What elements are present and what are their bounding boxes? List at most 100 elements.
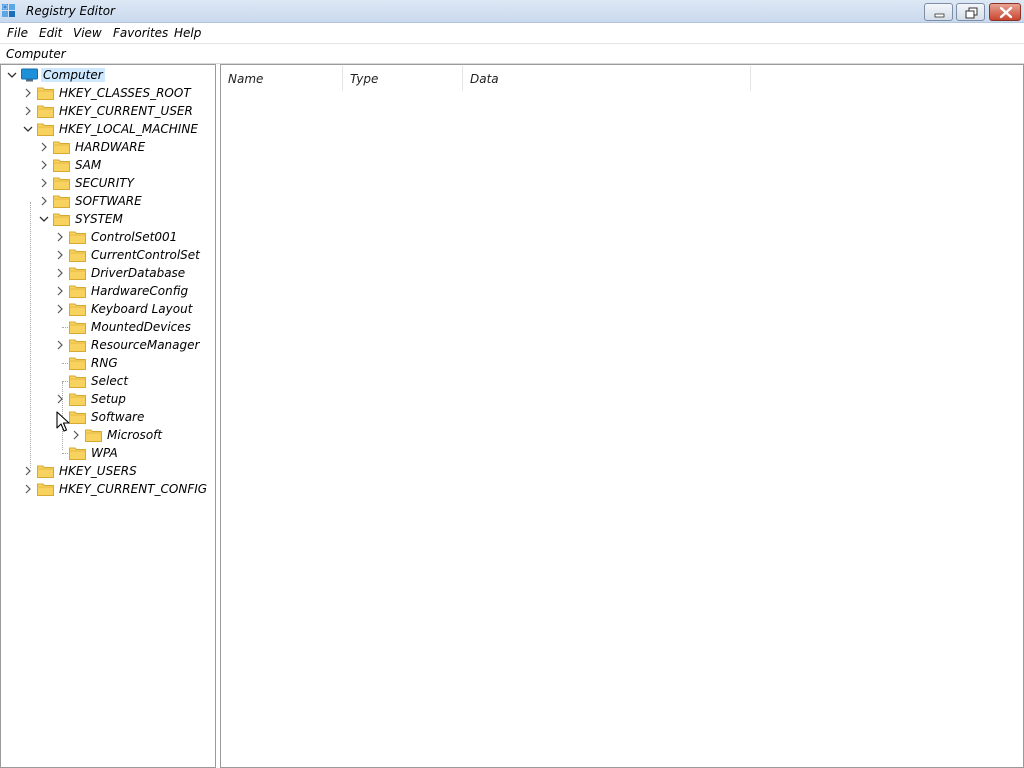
chevron-right-icon[interactable] — [22, 465, 34, 477]
folder-icon — [53, 159, 70, 172]
folder-icon — [53, 177, 70, 190]
title-bar: Registry Editor — [0, 0, 1024, 23]
chevron-right-icon[interactable] — [54, 249, 66, 261]
tree-node-hkey-local-machine[interactable]: HKEY_LOCAL_MACHINE — [1, 120, 215, 138]
mouse-cursor-icon — [56, 411, 70, 432]
tree-node-setup[interactable]: Setup — [1, 390, 215, 408]
folder-icon — [37, 105, 54, 118]
tree-label: WPA — [91, 446, 118, 460]
registry-editor-icon — [2, 4, 15, 17]
menu-view[interactable]: View — [73, 26, 102, 40]
folder-icon — [69, 375, 86, 388]
folder-icon — [85, 429, 102, 442]
menu-bar: File Edit View Favorites Help — [0, 23, 1024, 43]
tree-node-hkey-classes-root[interactable]: HKEY_CLASSES_ROOT — [1, 84, 215, 102]
tree-node-select[interactable]: Select — [1, 372, 215, 390]
chevron-right-icon[interactable] — [38, 177, 50, 189]
chevron-down-icon[interactable] — [38, 213, 50, 225]
tree-node-hkey-current-user[interactable]: HKEY_CURRENT_USER — [1, 102, 215, 120]
chevron-down-icon[interactable] — [22, 123, 34, 135]
tree-node-microsoft[interactable]: Microsoft — [1, 426, 215, 444]
chevron-right-icon[interactable] — [22, 87, 34, 99]
tree-label: DriverDatabase — [91, 266, 186, 280]
tree-node-hardware[interactable]: HARDWARE — [1, 138, 215, 156]
folder-icon — [53, 141, 70, 154]
tree-label: Keyboard Layout — [91, 302, 193, 316]
folder-icon — [69, 357, 86, 370]
minimize-button[interactable] — [924, 3, 953, 21]
tree-label: Microsoft — [107, 428, 163, 442]
tree-node-rng[interactable]: RNG — [1, 354, 215, 372]
folder-icon — [69, 339, 86, 352]
chevron-down-icon[interactable] — [6, 69, 18, 81]
tree-node-controlset001[interactable]: ControlSet001 — [1, 228, 215, 246]
folder-icon — [37, 483, 54, 496]
tree-node-wpa[interactable]: WPA — [1, 444, 215, 462]
menu-help[interactable]: Help — [174, 26, 201, 40]
tree-label: ControlSet001 — [91, 230, 178, 244]
tree-label: SECURITY — [75, 176, 134, 190]
folder-open-icon — [53, 213, 70, 226]
chevron-right-icon[interactable] — [38, 159, 50, 171]
menu-file[interactable]: File — [7, 26, 28, 40]
tree-node-software[interactable]: SOFTWARE — [1, 192, 215, 210]
tree-node-driverdatabase[interactable]: DriverDatabase — [1, 264, 215, 282]
tree-node-system[interactable]: SYSTEM — [1, 210, 215, 228]
chevron-right-icon[interactable] — [54, 285, 66, 297]
computer-icon — [21, 68, 38, 82]
chevron-right-icon[interactable] — [22, 483, 34, 495]
restore-button[interactable] — [956, 3, 985, 21]
key-tree[interactable]: Computer HKEY_CLASSES_ROOT HKEY_CURRENT_… — [0, 64, 216, 768]
tree-node-resourcemanager[interactable]: ResourceManager — [1, 336, 215, 354]
folder-icon — [69, 321, 86, 334]
tree-node-computer[interactable]: Computer — [1, 66, 215, 84]
chevron-right-icon[interactable] — [54, 267, 66, 279]
tree-node-mounteddevices[interactable]: MountedDevices — [1, 318, 215, 336]
tree-label: Select — [91, 374, 129, 388]
menu-favorites[interactable]: Favorites — [113, 26, 168, 40]
tree-label-computer: Computer — [41, 68, 105, 82]
tree-label: HKEY_CLASSES_ROOT — [59, 86, 191, 100]
address-path[interactable]: Computer — [6, 47, 66, 61]
chevron-right-icon[interactable] — [22, 105, 34, 117]
folder-icon — [69, 249, 86, 262]
chevron-right-icon[interactable] — [38, 141, 50, 153]
column-header-name[interactable]: Name — [221, 66, 343, 91]
chevron-right-icon[interactable] — [54, 303, 66, 315]
tree-node-keyboard-layout[interactable]: Keyboard Layout — [1, 300, 215, 318]
tree-label: ResourceManager — [91, 338, 200, 352]
tree-label: RNG — [91, 356, 118, 370]
column-type-label: Type — [350, 72, 379, 86]
tree-node-hkey-current-config[interactable]: HKEY_CURRENT_CONFIG — [1, 480, 215, 498]
chevron-right-icon[interactable] — [54, 231, 66, 243]
tree-label: HKEY_CURRENT_USER — [59, 104, 193, 118]
close-button[interactable] — [989, 3, 1021, 21]
menu-edit[interactable]: Edit — [39, 26, 62, 40]
tree-label: SAM — [75, 158, 102, 172]
tree-label: HKEY_USERS — [59, 464, 137, 478]
chevron-right-icon[interactable] — [54, 393, 66, 405]
tree-node-security[interactable]: SECURITY — [1, 174, 215, 192]
tree-node-hkey-users[interactable]: HKEY_USERS — [1, 462, 215, 480]
tree-label: HKEY_CURRENT_CONFIG — [59, 482, 208, 496]
tree-node-hardwareconfig[interactable]: HardwareConfig — [1, 282, 215, 300]
chevron-right-icon[interactable] — [70, 429, 82, 441]
folder-icon — [69, 231, 86, 244]
tree-label: SOFTWARE — [75, 194, 142, 208]
folder-icon — [69, 267, 86, 280]
chevron-right-icon[interactable] — [38, 195, 50, 207]
folder-icon — [69, 447, 86, 460]
folder-open-icon — [69, 411, 86, 424]
tree-node-currentcontrolset[interactable]: CurrentControlSet — [1, 246, 215, 264]
address-bar[interactable]: Computer — [0, 43, 1024, 64]
tree-node-sam[interactable]: SAM — [1, 156, 215, 174]
tree-label: HKEY_LOCAL_MACHINE — [59, 122, 198, 136]
column-name-label: Name — [228, 72, 264, 86]
values-list[interactable]: Name Type Data — [220, 64, 1024, 768]
column-header-type[interactable]: Type — [343, 66, 463, 91]
chevron-right-icon[interactable] — [54, 339, 66, 351]
restore-icon — [965, 7, 978, 19]
tree-node-software-system[interactable]: Software — [1, 408, 215, 426]
folder-icon — [37, 465, 54, 478]
column-header-data[interactable]: Data — [463, 66, 751, 91]
